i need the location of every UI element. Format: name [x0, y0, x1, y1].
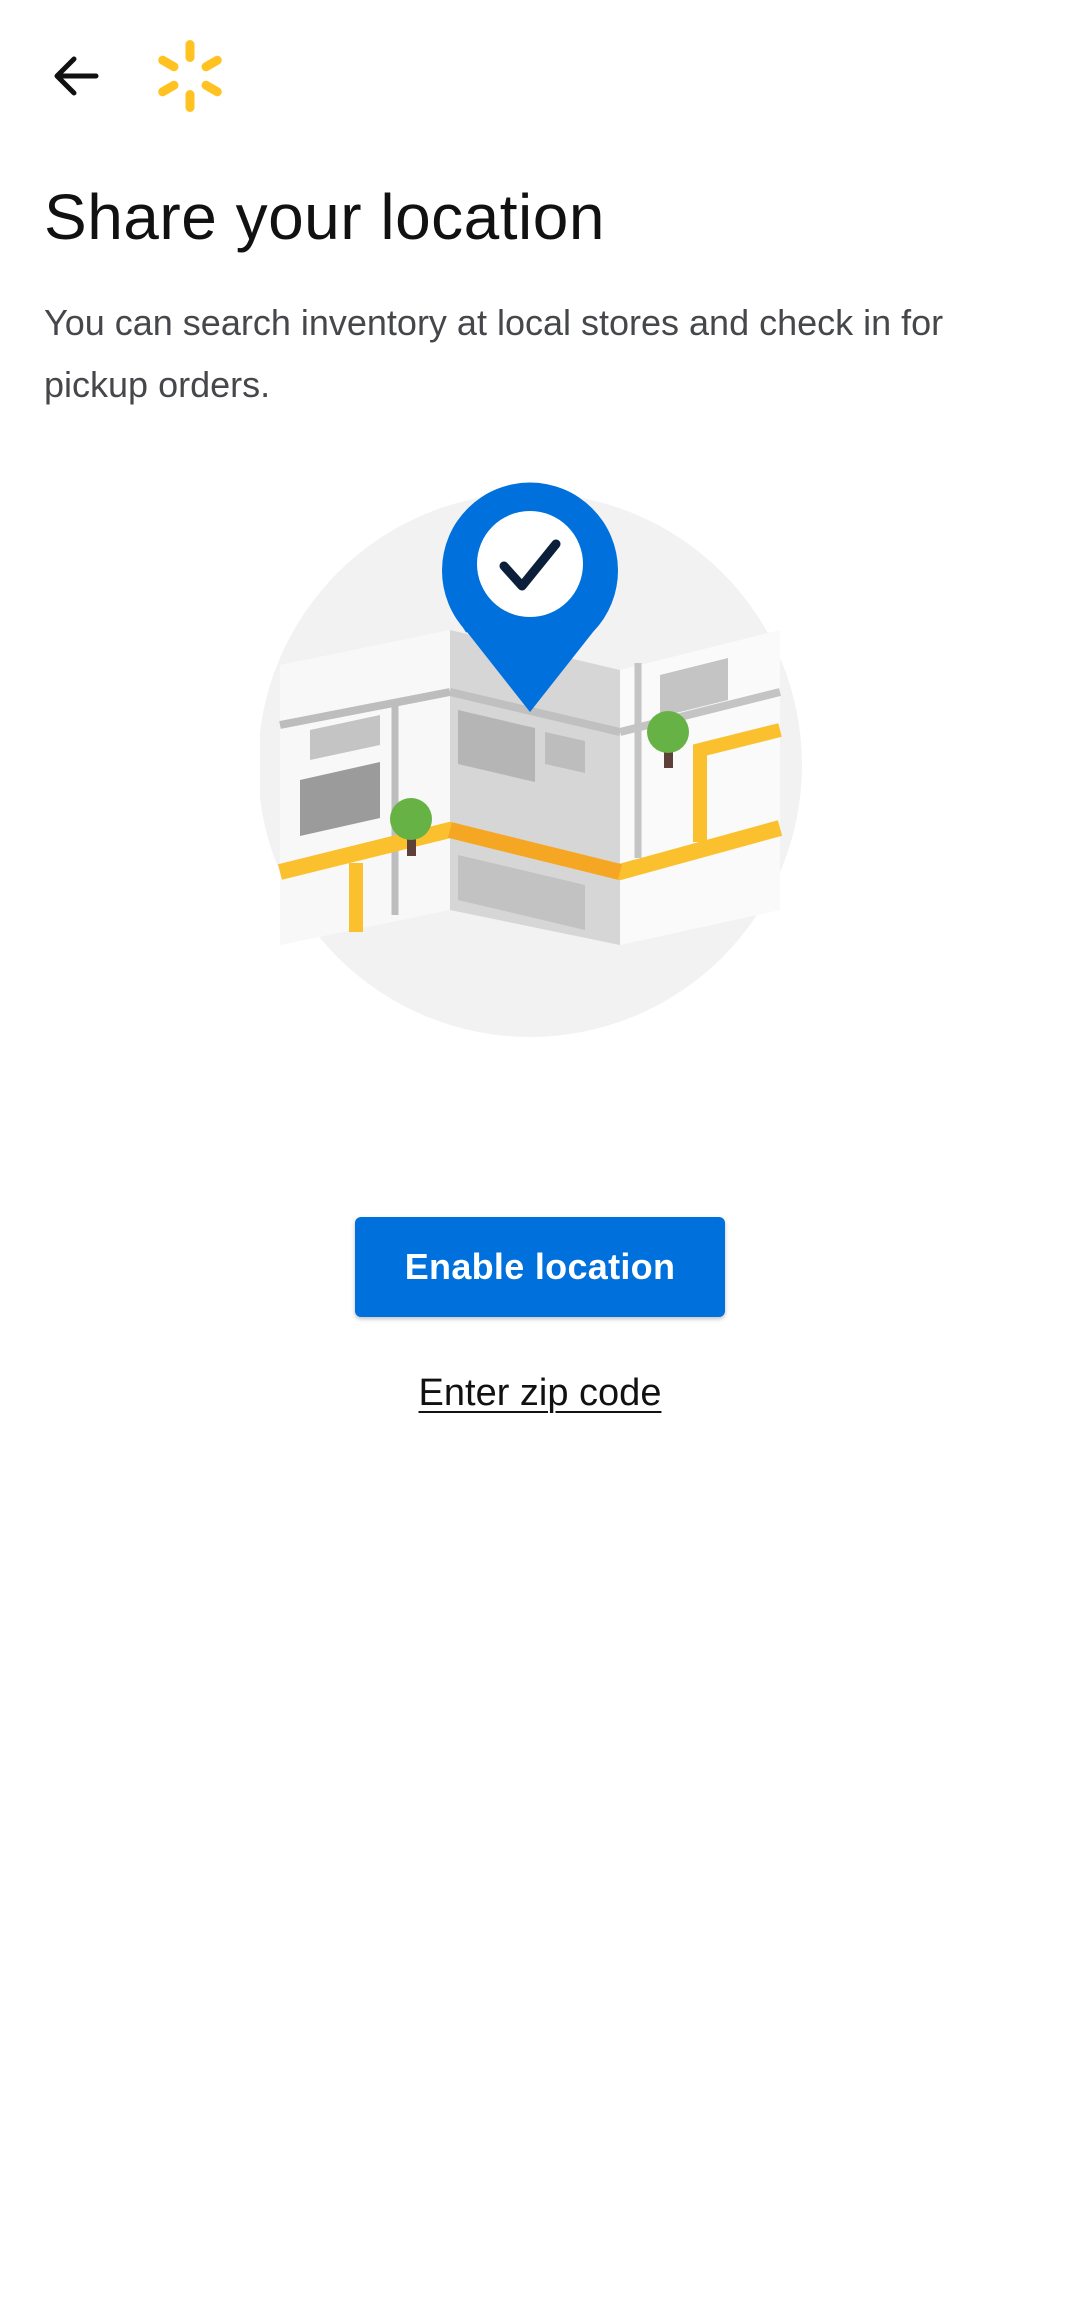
- page-title: Share your location: [44, 181, 605, 253]
- enter-zip-code-link[interactable]: Enter zip code: [0, 1372, 1080, 1415]
- walmart-spark-icon: [158, 40, 222, 112]
- enter-zip-code-label[interactable]: Enter zip code: [419, 1372, 662, 1414]
- top-app-bar: [0, 0, 1080, 150]
- page-description: You can search inventory at local stores…: [44, 302, 944, 405]
- map-location-pin-check-icon: [260, 482, 802, 1037]
- enable-location-button[interactable]: Enable location: [355, 1217, 725, 1317]
- back-button[interactable]: [36, 36, 116, 116]
- arrow-left-icon: [54, 56, 99, 96]
